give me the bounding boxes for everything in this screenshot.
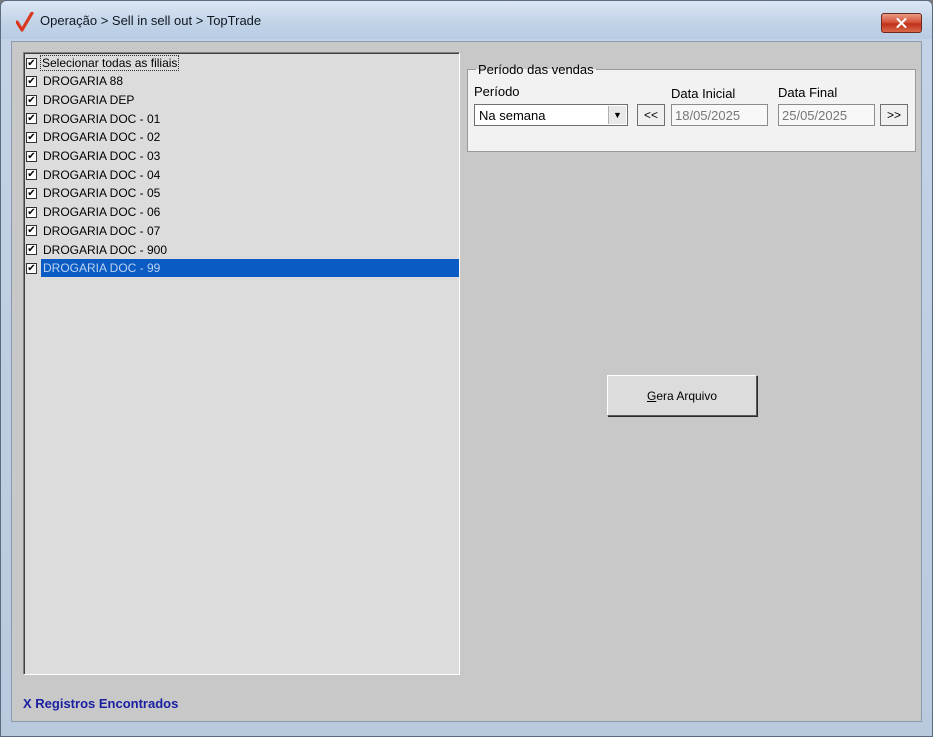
close-icon bbox=[896, 18, 907, 28]
records-found-status: X Registros Encontrados bbox=[23, 696, 179, 711]
start-date-field[interactable]: 18/05/2025 bbox=[671, 104, 768, 126]
client-area: ✔ Selecionar todas as filiais ✔ DROGARIA … bbox=[11, 41, 922, 722]
checkbox-checked-icon[interactable]: ✔ bbox=[26, 262, 37, 274]
list-item[interactable]: ✔ DROGARIA DOC - 01 bbox=[26, 109, 459, 128]
title-bar: Operação > Sell in sell out > TopTrade bbox=[1, 1, 932, 39]
list-item-label: DROGARIA DOC - 02 bbox=[43, 130, 161, 145]
checkbox-checked-icon[interactable]: ✔ bbox=[26, 113, 37, 125]
checkbox-checked-icon[interactable]: ✔ bbox=[26, 150, 37, 162]
period-label: Período bbox=[474, 84, 520, 99]
checkbox-checked-icon[interactable]: ✔ bbox=[26, 225, 37, 237]
list-item[interactable]: ✔ DROGARIA DOC - 06 bbox=[26, 203, 459, 222]
list-item-label: DROGARIA DOC - 07 bbox=[43, 223, 161, 238]
list-item-label: DROGARIA DEP bbox=[43, 93, 135, 108]
group-title: Período das vendas bbox=[478, 62, 594, 77]
list-item[interactable]: ✔ DROGARIA DOC - 07 bbox=[26, 222, 459, 241]
dropdown-arrow-icon[interactable]: ▼ bbox=[608, 106, 626, 124]
select-all-checkbox[interactable]: ✔ Selecionar todas as filiais bbox=[26, 55, 180, 71]
window-title: Operação > Sell in sell out > TopTrade bbox=[40, 13, 262, 28]
list-item[interactable]: ✔ DROGARIA DOC - 02 bbox=[26, 128, 459, 147]
list-item[interactable]: ✔ DROGARIA 88 bbox=[26, 72, 459, 91]
list-item[interactable]: ✔ DROGARIA DEP bbox=[26, 91, 459, 110]
checkbox-checked-icon[interactable]: ✔ bbox=[26, 244, 37, 256]
checkmark-logo-icon bbox=[16, 12, 34, 32]
checkbox-checked-icon[interactable]: ✔ bbox=[26, 94, 37, 106]
checkbox-checked-icon[interactable]: ✔ bbox=[26, 187, 37, 199]
list-item[interactable]: ✔ DROGARIA DOC - 900 bbox=[26, 240, 459, 259]
start-date-label: Data Inicial bbox=[671, 86, 736, 101]
close-button[interactable] bbox=[881, 13, 922, 33]
list-item[interactable]: ✔ DROGARIA DOC - 03 bbox=[26, 147, 459, 166]
list-item-label: DROGARIA DOC - 900 bbox=[43, 242, 168, 257]
list-item-label: DROGARIA DOC - 01 bbox=[43, 111, 161, 126]
list-item[interactable]: ✔ DROGARIA DOC - 04 bbox=[26, 165, 459, 184]
end-date-field[interactable]: 25/05/2025 bbox=[778, 104, 875, 126]
checkbox-checked-icon[interactable]: ✔ bbox=[26, 169, 37, 181]
end-date-label: Data Final bbox=[778, 85, 838, 100]
list-item-label: DROGARIA 88 bbox=[43, 74, 124, 89]
list-item-label: DROGARIA DOC - 04 bbox=[43, 167, 161, 182]
checkbox-checked-icon[interactable]: ✔ bbox=[26, 131, 37, 143]
app-window: Operação > Sell in sell out > TopTrade ✔… bbox=[0, 0, 933, 737]
generate-file-label: era Arquivo bbox=[656, 388, 718, 403]
checkbox-checked-icon[interactable]: ✔ bbox=[26, 57, 37, 69]
list-item-label: DROGARIA DOC - 99 bbox=[41, 259, 459, 278]
previous-period-button[interactable]: << bbox=[637, 104, 665, 126]
list-item-selected[interactable]: ✔ DROGARIA DOC - 99 bbox=[26, 259, 459, 278]
list-item-label: DROGARIA DOC - 03 bbox=[43, 149, 161, 164]
next-period-button[interactable]: >> bbox=[880, 104, 908, 126]
select-all-label: Selecionar todas as filiais bbox=[39, 55, 180, 71]
list-item[interactable]: ✔ DROGARIA DOC - 05 bbox=[26, 184, 459, 203]
checkbox-checked-icon[interactable]: ✔ bbox=[26, 75, 37, 87]
period-select-value: Na semana bbox=[479, 107, 546, 123]
period-select[interactable]: Na semana ▼ bbox=[474, 104, 628, 126]
list-item-label: DROGARIA DOC - 05 bbox=[43, 186, 161, 201]
list-item-label: DROGARIA DOC - 06 bbox=[43, 205, 161, 220]
checkbox-checked-icon[interactable]: ✔ bbox=[26, 206, 37, 218]
generate-file-mnemonic: G bbox=[646, 388, 657, 403]
generate-file-button[interactable]: Gera Arquivo bbox=[607, 375, 757, 416]
branch-list: ✔ DROGARIA 88 ✔ DROGARIA DEP ✔ DROGARIA DOC… bbox=[26, 72, 459, 278]
sales-period-group: Período das vendas Período Na semana ▼ <… bbox=[467, 62, 916, 152]
branch-checklist[interactable]: ✔ Selecionar todas as filiais ✔ DROGARIA … bbox=[23, 52, 460, 675]
